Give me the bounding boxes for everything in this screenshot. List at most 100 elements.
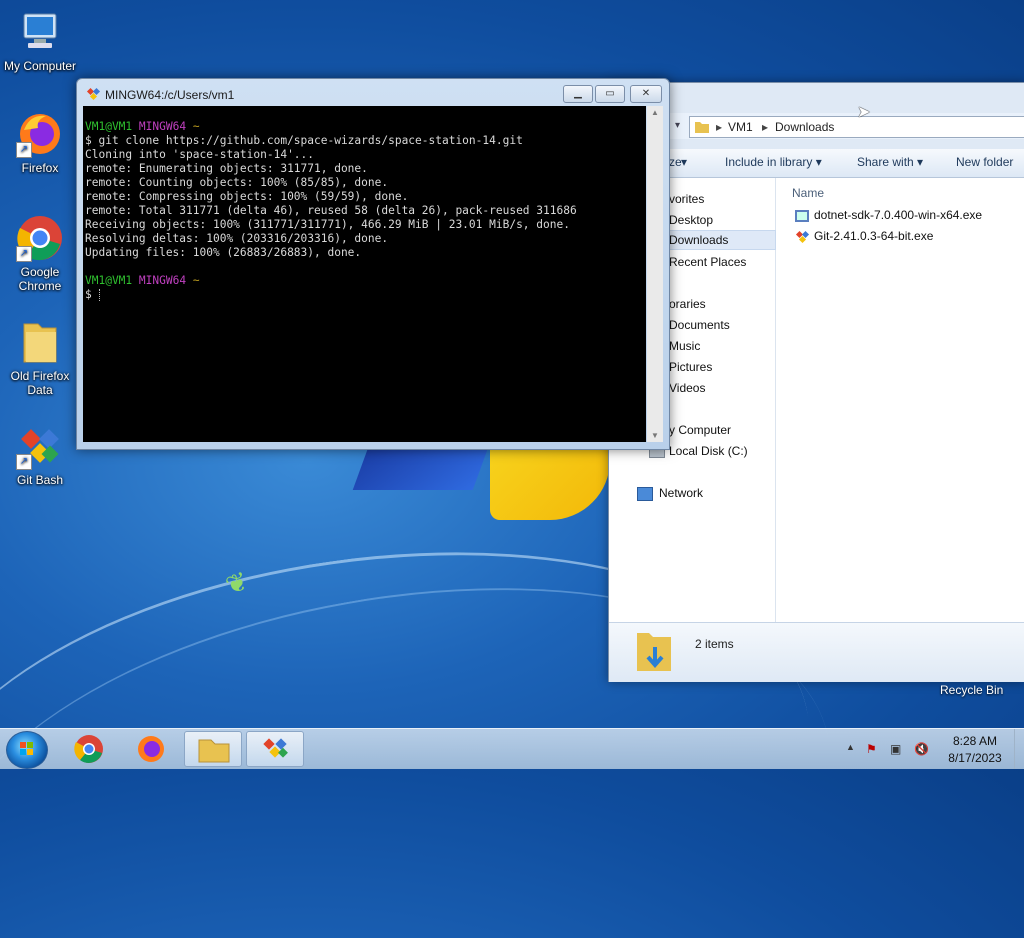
nav-videos[interactable]: Videos [669, 381, 705, 395]
desktop-icon-label: Git Bash [16, 473, 64, 487]
explorer-window[interactable]: ▾ ▸ VM1 ▸ Downloads ze ▾ Include in libr… [608, 82, 1024, 682]
output-line: remote: Total 311771 (delta 46), reused … [85, 204, 577, 217]
output-line: remote: Counting objects: 100% (85/85), … [85, 176, 389, 189]
firefox-icon: ↗ [16, 110, 64, 158]
column-header-name[interactable]: Name [792, 186, 824, 200]
nav-dropdown-icon[interactable]: ▾ [675, 120, 680, 131]
address-bar: ▾ ▸ VM1 ▸ Downloads [609, 113, 1024, 139]
new-folder-button[interactable]: New folder [956, 155, 1013, 169]
output-line: Receiving objects: 100% (311771/311771),… [85, 218, 570, 231]
chevron-right-icon[interactable]: ▸ [762, 117, 768, 137]
desktop-icon-old-firefox-data[interactable]: Old Firefox Data [0, 318, 80, 397]
taskbar-explorer[interactable] [184, 731, 242, 767]
nav-pictures[interactable]: Pictures [669, 360, 712, 374]
nav-downloads[interactable]: Downloads [665, 230, 776, 250]
output-line: remote: Enumerating objects: 311771, don… [85, 162, 368, 175]
start-button[interactable] [6, 731, 48, 769]
mouse-cursor-icon: ➤ [857, 104, 871, 121]
command-line: $ git clone https://github.com/space-wiz… [85, 134, 523, 147]
prompt-path: ~ [192, 120, 200, 133]
downloads-folder-icon [635, 629, 675, 676]
file-row[interactable]: dotnet-sdk-7.0.400-win-x64.exe [794, 208, 982, 224]
scrollbar[interactable]: ▲ ▼ [647, 106, 663, 442]
output-line: Resolving deltas: 100% (203316/203316), … [85, 232, 389, 245]
network-icon [637, 486, 653, 501]
minimize-button[interactable]: ▁ [563, 85, 593, 103]
chrome-icon [74, 735, 103, 763]
nav-network-label: Network [659, 486, 704, 500]
desktop-icon-label: My Computer [3, 59, 77, 73]
status-bar: 2 items [609, 622, 1024, 682]
text-cursor [98, 289, 101, 301]
taskbar: ▲ ⚑ ▣ 🔇 8:28 AM 8/17/2023 [0, 728, 1024, 769]
installer-icon [794, 208, 810, 224]
network-tray-icon[interactable]: ▣ [890, 742, 901, 756]
file-name: dotnet-sdk-7.0.400-win-x64.exe [814, 208, 983, 223]
desktop-icon-label: Old Firefox Data [10, 369, 70, 397]
nav-documents[interactable]: Documents [669, 318, 730, 332]
final-prompt: $ [85, 288, 92, 301]
breadcrumb-vm1[interactable]: VM1 [728, 117, 753, 137]
clock-time: 8:28 AM [952, 734, 998, 748]
nav-libraries[interactable]: oraries [669, 297, 706, 311]
action-center-icon[interactable]: ⚑ [866, 742, 877, 756]
show-hidden-icons-icon[interactable]: ▲ [846, 742, 855, 752]
recycle-bin-label[interactable]: Recycle Bin [940, 683, 1003, 697]
chrome-icon: ↗ [16, 214, 64, 262]
taskbar-firefox[interactable] [122, 731, 180, 767]
share-with-button[interactable]: Share with ▾ [857, 155, 923, 169]
taskbar-git-bash[interactable] [246, 731, 304, 767]
close-button[interactable]: ✕ [630, 85, 662, 103]
nav-desktop[interactable]: Desktop [669, 213, 713, 227]
window-title: MINGW64:/c/Users/vm1 [105, 88, 235, 102]
nav-music[interactable]: Music [669, 339, 700, 353]
shortcut-arrow-icon: ↗ [16, 454, 32, 470]
desktop-icon-chrome[interactable]: ↗ Google Chrome [0, 214, 80, 293]
desktop-icon-firefox[interactable]: ↗ Firefox [0, 110, 80, 175]
include-in-library-button[interactable]: Include in library ▾ [725, 155, 822, 169]
scroll-up-icon[interactable]: ▲ [651, 108, 659, 117]
file-name: Git-2.41.0.3-64-bit.exe [814, 229, 934, 244]
folder-icon [694, 119, 710, 141]
wallpaper-logo-blue [352, 450, 488, 490]
clock-date: 8/17/2023 [948, 751, 1002, 765]
file-list: Name dotnet-sdk-7.0.400-win-x64.exe Git-… [776, 178, 1024, 622]
nav-network[interactable]: Network [637, 486, 703, 501]
prompt-user: VM1@VM1 [85, 274, 133, 287]
prompt-env: MINGW64 [138, 274, 187, 287]
clock[interactable]: 8:28 AM 8/17/2023 [940, 733, 1010, 767]
organize-button[interactable]: ze [669, 155, 682, 169]
file-row[interactable]: Git-2.41.0.3-64-bit.exe [794, 229, 933, 245]
nav-recent-places[interactable]: Recent Places [669, 255, 746, 269]
maximize-button[interactable]: ▭ [595, 85, 625, 103]
desktop-icon-git-bash[interactable]: ↗ Git Bash [0, 422, 80, 487]
prompt-path: ~ [192, 274, 200, 287]
windows-logo-icon [20, 742, 33, 755]
show-desktop-button[interactable] [1014, 729, 1024, 769]
desktop-icon-my-computer[interactable]: My Computer [0, 8, 80, 73]
folder-icon [198, 739, 230, 763]
share-with-label: Share with [857, 155, 914, 169]
git-bash-icon: ↗ [16, 422, 64, 470]
git-bash-icon [85, 86, 101, 102]
breadcrumb-downloads[interactable]: Downloads [775, 117, 834, 137]
scroll-down-icon[interactable]: ▼ [651, 431, 659, 440]
folder-icon [16, 318, 64, 366]
wallpaper-logo-yellow [490, 450, 610, 520]
nav-local-disk-label: Local Disk (C:) [669, 444, 748, 458]
shortcut-arrow-icon: ↗ [16, 142, 32, 158]
terminal-window[interactable]: MINGW64:/c/Users/vm1 ▁ ▭ ✕ VM1@VM1 MINGW… [76, 78, 670, 450]
git-installer-icon [794, 229, 810, 245]
shortcut-arrow-icon: ↗ [16, 246, 32, 262]
chevron-right-icon[interactable]: ▸ [716, 117, 722, 137]
terminal-output[interactable]: VM1@VM1 MINGW64 ~ $ git clone https://gi… [83, 106, 646, 442]
nav-favorites[interactable]: vorites [669, 192, 704, 206]
output-line: Cloning into 'space-station-14'... [85, 148, 315, 161]
volume-muted-icon[interactable]: 🔇 [914, 742, 929, 756]
taskbar-chrome[interactable] [60, 731, 118, 767]
organize-dropdown-icon: ▾ [681, 155, 688, 169]
output-line: Updating files: 100% (26883/26883), done… [85, 246, 362, 259]
desktop-icon-label: Google Chrome [18, 265, 62, 293]
nav-computer[interactable]: y Computer [669, 423, 731, 437]
prompt-user: VM1@VM1 [85, 120, 133, 133]
